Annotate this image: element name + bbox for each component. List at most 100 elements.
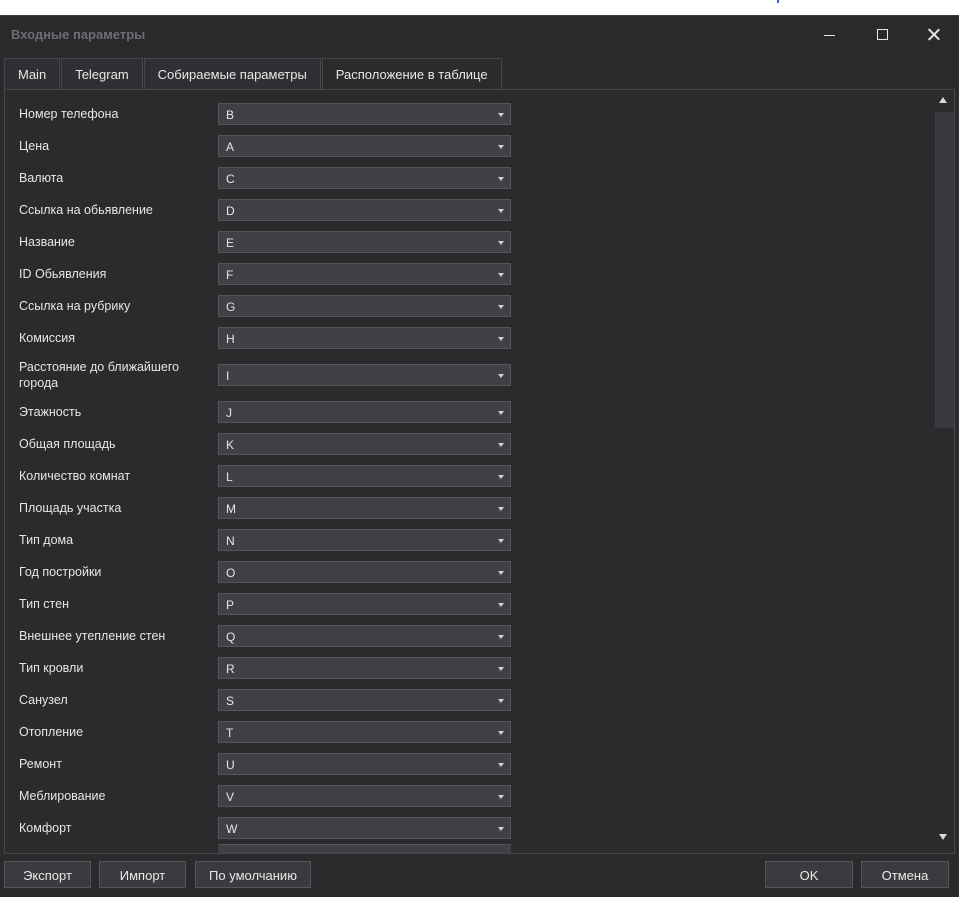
minimize-button[interactable] xyxy=(803,16,855,52)
row-label: ID Обьявления xyxy=(19,267,107,281)
tab-telegram[interactable]: Telegram xyxy=(61,58,143,89)
column-select[interactable]: U xyxy=(218,753,511,775)
column-select[interactable]: D xyxy=(218,199,511,221)
chevron-down-icon xyxy=(498,374,504,378)
select-value: W xyxy=(226,822,238,836)
column-select[interactable]: B xyxy=(218,103,511,125)
row-label: Общая площадь xyxy=(19,437,116,451)
select-value: Q xyxy=(226,630,236,644)
column-select[interactable]: T xyxy=(218,721,511,743)
column-select[interactable]: A xyxy=(218,135,511,157)
settings-row: Тип стен P xyxy=(5,588,925,620)
column-select[interactable]: W xyxy=(218,817,511,839)
chevron-down-icon xyxy=(498,273,504,277)
settings-row: Внешнее утепление стен Q xyxy=(5,620,925,652)
column-select[interactable]: F xyxy=(218,263,511,285)
settings-row: Тип кровли R xyxy=(5,652,925,684)
column-select[interactable]: Q xyxy=(218,625,511,647)
row-label: Меблирование xyxy=(19,789,106,803)
row-label: Ссылка на обьявление xyxy=(19,203,153,217)
select-value: G xyxy=(226,300,236,314)
settings-row: Тип дома N xyxy=(5,524,925,556)
chevron-down-icon xyxy=(498,603,504,607)
chevron-down-icon xyxy=(498,475,504,479)
settings-row: Площадь участка M xyxy=(5,492,925,524)
select-value: I xyxy=(226,369,230,383)
select-value: O xyxy=(226,566,236,580)
select-value: B xyxy=(226,108,235,122)
column-select[interactable]: H xyxy=(218,327,511,349)
chevron-down-icon xyxy=(498,795,504,799)
row-label: Санузел xyxy=(19,693,68,707)
row-label: Тип дома xyxy=(19,533,74,547)
partial-select-row[interactable] xyxy=(218,844,511,853)
chevron-down-icon xyxy=(498,731,504,735)
row-label: Год постройки xyxy=(19,565,102,579)
settings-row: Валюта C xyxy=(5,162,925,194)
chevron-down-icon xyxy=(498,635,504,639)
settings-row: Общая площадь K xyxy=(5,428,925,460)
select-value: H xyxy=(226,332,235,346)
scroll-down-icon[interactable] xyxy=(939,834,947,840)
chevron-down-icon xyxy=(498,571,504,575)
select-value: U xyxy=(226,758,235,772)
settings-row: Количество комнат L xyxy=(5,460,925,492)
column-select[interactable]: G xyxy=(218,295,511,317)
select-value: P xyxy=(226,598,235,612)
select-value: N xyxy=(226,534,235,548)
row-label: Валюта xyxy=(19,171,64,185)
column-select[interactable]: C xyxy=(218,167,511,189)
row-label: Площадь участка xyxy=(19,501,122,515)
column-select[interactable]: K xyxy=(218,433,511,455)
defaults-button[interactable]: По умолчанию xyxy=(195,861,311,888)
column-select[interactable]: V xyxy=(218,785,511,807)
tab-collected-params[interactable]: Собираемые параметры xyxy=(143,58,321,89)
vertical-scrollbar[interactable] xyxy=(933,90,954,853)
page-marker xyxy=(777,0,779,3)
column-select[interactable]: O xyxy=(218,561,511,583)
import-button[interactable]: Импорт xyxy=(99,861,186,888)
title-bar: Входные параметры xyxy=(0,16,959,52)
tab-panel: Номер телефона B Цена A Валюта C Ссылка на обь… xyxy=(4,89,955,854)
chevron-down-icon xyxy=(498,305,504,309)
chevron-down-icon xyxy=(498,443,504,447)
column-select[interactable]: N xyxy=(218,529,511,551)
ok-button[interactable]: OK xyxy=(765,861,853,888)
column-select[interactable]: S xyxy=(218,689,511,711)
column-select[interactable]: I xyxy=(218,364,511,386)
select-value: M xyxy=(226,502,236,516)
scroll-thumb[interactable] xyxy=(935,112,954,428)
column-select[interactable]: M xyxy=(218,497,511,519)
scroll-up-icon[interactable] xyxy=(939,97,947,103)
column-select[interactable]: R xyxy=(218,657,511,679)
cancel-button[interactable]: Отмена xyxy=(861,861,949,888)
window-title: Входные параметры xyxy=(11,27,146,42)
maximize-button[interactable] xyxy=(856,16,908,52)
row-label: Тип стен xyxy=(19,597,69,611)
tab-table-layout[interactable]: Расположение в таблице xyxy=(321,58,502,91)
settings-row: Расстояние до ближайшего города I xyxy=(5,354,925,396)
row-label: Комфорт xyxy=(19,821,72,835)
tab-bar: Main Telegram Собираемые параметры Распо… xyxy=(4,58,503,91)
column-select[interactable]: E xyxy=(218,231,511,253)
row-label: Отопление xyxy=(19,725,84,739)
column-select[interactable]: L xyxy=(218,465,511,487)
select-value: J xyxy=(226,406,232,420)
chevron-down-icon xyxy=(498,699,504,703)
row-label: Этажность xyxy=(19,405,82,419)
row-label: Ссылка на рубрику xyxy=(19,299,131,313)
select-value: A xyxy=(226,140,235,154)
settings-row: Отопление T xyxy=(5,716,925,748)
select-value: L xyxy=(226,470,233,484)
close-button[interactable] xyxy=(908,16,959,52)
row-label: Цена xyxy=(19,139,50,153)
tab-main[interactable]: Main xyxy=(4,58,61,89)
chevron-down-icon xyxy=(498,507,504,511)
settings-row: Цена A xyxy=(5,130,925,162)
column-select[interactable]: P xyxy=(218,593,511,615)
dialog-window: Входные параметры Main Telegram Собираем… xyxy=(0,15,959,897)
column-select[interactable]: J xyxy=(218,401,511,423)
export-button[interactable]: Экспорт xyxy=(4,861,91,888)
select-value: T xyxy=(226,726,234,740)
footer: Экспорт Импорт По умолчанию OK Отмена xyxy=(0,861,959,891)
